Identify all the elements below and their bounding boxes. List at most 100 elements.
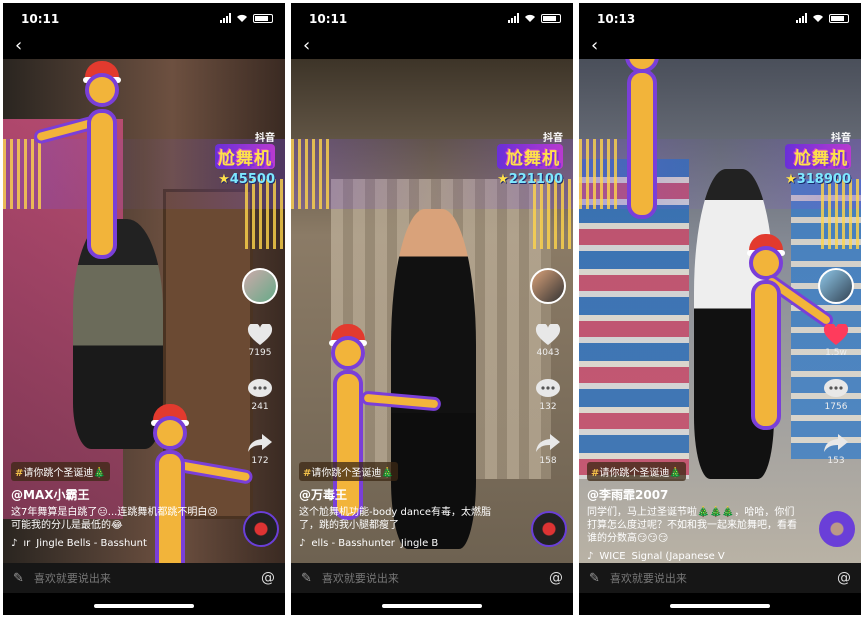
mention-at-icon[interactable]: @ <box>261 570 275 586</box>
music-disc-button[interactable] <box>243 511 279 547</box>
battery-icon <box>253 13 273 23</box>
dance-machine-title: 尬舞机 <box>785 144 851 169</box>
comment-icon <box>536 379 560 397</box>
video-description: 这7年舞算是白跳了😑...连跳舞机都跳不明白😢可能我的分儿是最低的😂 <box>11 507 218 531</box>
status-icons <box>220 13 273 23</box>
effect-stripes <box>579 139 619 209</box>
dance-machine-logo: 抖音 尬舞机 ★221100 <box>497 129 563 187</box>
like-button[interactable]: 4043 <box>535 324 561 358</box>
wifi-icon <box>813 14 823 22</box>
music-disc-button[interactable] <box>531 511 567 547</box>
music-title-part: Jingle B <box>400 538 439 549</box>
score-value: 318900 <box>796 172 851 187</box>
share-count: 172 <box>251 456 269 466</box>
nav-bar: ‹ <box>3 35 285 59</box>
cellular-signal-icon <box>220 13 231 23</box>
comment-placeholder: 喜欢就要说出来 <box>321 572 399 585</box>
challenge-tag-label: 请你跳个圣诞迪🎄 <box>311 468 394 479</box>
share-button[interactable]: 158 <box>535 432 561 466</box>
phone-screen-1: 10:11 ‹ 抖音 尬舞机 ★45500 7195 241 172 #请你跳个… <box>3 3 285 615</box>
dance-machine-title: 尬舞机 <box>215 144 275 169</box>
status-icons <box>508 13 561 23</box>
cellular-signal-icon <box>796 13 807 23</box>
action-rail: 4043 132 158 <box>529 268 567 466</box>
challenge-tag[interactable]: #请你跳个圣诞迪🎄 <box>299 462 398 481</box>
author-avatar[interactable] <box>242 268 278 304</box>
score-value: 45500 <box>229 172 275 187</box>
pencil-icon: ✎ <box>589 570 600 586</box>
pencil-icon: ✎ <box>301 570 312 586</box>
like-count: 7195 <box>248 348 272 358</box>
like-button[interactable]: 1.5w <box>823 324 849 358</box>
music-title-part: Signal (Japanese V <box>631 551 725 562</box>
challenge-tag-label: 请你跳个圣诞迪🎄 <box>23 468 106 479</box>
nav-bar: ‹ <box>579 35 861 59</box>
back-chevron-icon[interactable]: ‹ <box>591 37 598 55</box>
comment-button[interactable]: 241 <box>247 378 273 412</box>
video-caption: #请你跳个圣诞迪🎄 @万毒王 这个尬舞机功能-body dance有毒，太燃脂了… <box>299 461 509 549</box>
dance-machine-logo: 抖音 尬舞机 ★318900 <box>785 129 851 187</box>
music-ticker[interactable]: ♪ ells - Basshunter Jingle B <box>299 538 499 549</box>
like-count: 1.5w <box>825 348 847 358</box>
music-disc-button[interactable] <box>819 511 855 547</box>
author-name[interactable]: @李雨霏2007 <box>587 486 797 503</box>
douyin-logo-text: 抖音 <box>831 133 851 144</box>
comment-placeholder: 喜欢就要说出来 <box>33 572 111 585</box>
status-time: 10:13 <box>597 12 636 26</box>
douyin-logo-text: 抖音 <box>255 133 275 144</box>
dance-machine-title: 尬舞机 <box>497 144 563 169</box>
phone-screen-2: 10:11 ‹ 抖音 尬舞机 ★221100 4043 132 158 #请你跳… <box>291 3 573 615</box>
status-time: 10:11 <box>21 12 60 26</box>
like-count: 4043 <box>536 348 560 358</box>
score-display: ★318900 <box>785 172 851 187</box>
comment-count: 1756 <box>824 402 848 412</box>
comment-input-bar[interactable]: ✎ 喜欢就要说出来 @ <box>3 563 285 593</box>
share-button[interactable]: 172 <box>247 432 273 466</box>
comment-placeholder: 喜欢就要说出来 <box>609 572 687 585</box>
music-title-part: WICE <box>599 551 626 562</box>
status-time: 10:11 <box>309 12 348 26</box>
music-ticker[interactable]: ♪ ır Jingle Bells - Basshunt <box>11 538 211 549</box>
mention-at-icon[interactable]: @ <box>549 570 563 586</box>
challenge-tag[interactable]: #请你跳个圣诞迪🎄 <box>11 462 110 481</box>
mention-at-icon[interactable]: @ <box>837 570 851 586</box>
music-title-part: ır <box>23 538 31 549</box>
share-arrow-icon <box>824 434 848 452</box>
phone-screen-3: 10:13 ‹ 抖音 尬舞机 ★318900 1.5w 1756 153 #请你… <box>579 3 861 615</box>
music-note-icon: ♪ <box>11 538 18 549</box>
heart-icon <box>535 324 561 345</box>
author-avatar[interactable] <box>530 268 566 304</box>
comment-count: 132 <box>539 402 557 412</box>
effect-stripes <box>533 179 573 249</box>
comment-input-bar[interactable]: ✎ 喜欢就要说出来 @ <box>579 563 861 593</box>
back-chevron-icon[interactable]: ‹ <box>303 37 310 55</box>
home-indicator <box>94 604 194 608</box>
cellular-signal-icon <box>508 13 519 23</box>
heart-icon <box>823 324 849 345</box>
music-ticker[interactable]: ♪ WICE Signal (Japanese V <box>587 551 787 562</box>
star-icon: ★ <box>218 172 230 187</box>
heart-icon <box>247 324 273 345</box>
challenge-tag[interactable]: #请你跳个圣诞迪🎄 <box>587 462 686 481</box>
home-indicator <box>670 604 770 608</box>
douyin-logo-text: 抖音 <box>543 133 563 144</box>
back-chevron-icon[interactable]: ‹ <box>15 37 22 55</box>
score-display: ★45500 <box>215 172 275 187</box>
home-indicator <box>382 604 482 608</box>
video-caption: #请你跳个圣诞迪🎄 @李雨霏2007 同学们，马上过圣诞节啦🎄🎄🎄，哈哈，你们打… <box>587 461 797 562</box>
music-title-part: Jingle Bells - Basshunt <box>36 538 147 549</box>
share-button[interactable]: 153 <box>823 432 849 466</box>
score-value: 221100 <box>508 172 563 187</box>
comment-button[interactable]: 1756 <box>823 378 849 412</box>
author-name[interactable]: @MAX小霸王 <box>11 486 221 503</box>
status-bar: 10:11 <box>291 3 573 35</box>
author-name[interactable]: @万毒王 <box>299 486 509 503</box>
share-count: 158 <box>539 456 557 466</box>
author-avatar[interactable] <box>818 268 854 304</box>
nav-bar: ‹ <box>291 35 573 59</box>
share-arrow-icon <box>248 434 272 452</box>
comment-input-bar[interactable]: ✎ 喜欢就要说出来 @ <box>291 563 573 593</box>
battery-icon <box>829 13 849 23</box>
comment-button[interactable]: 132 <box>535 378 561 412</box>
like-button[interactable]: 7195 <box>247 324 273 358</box>
